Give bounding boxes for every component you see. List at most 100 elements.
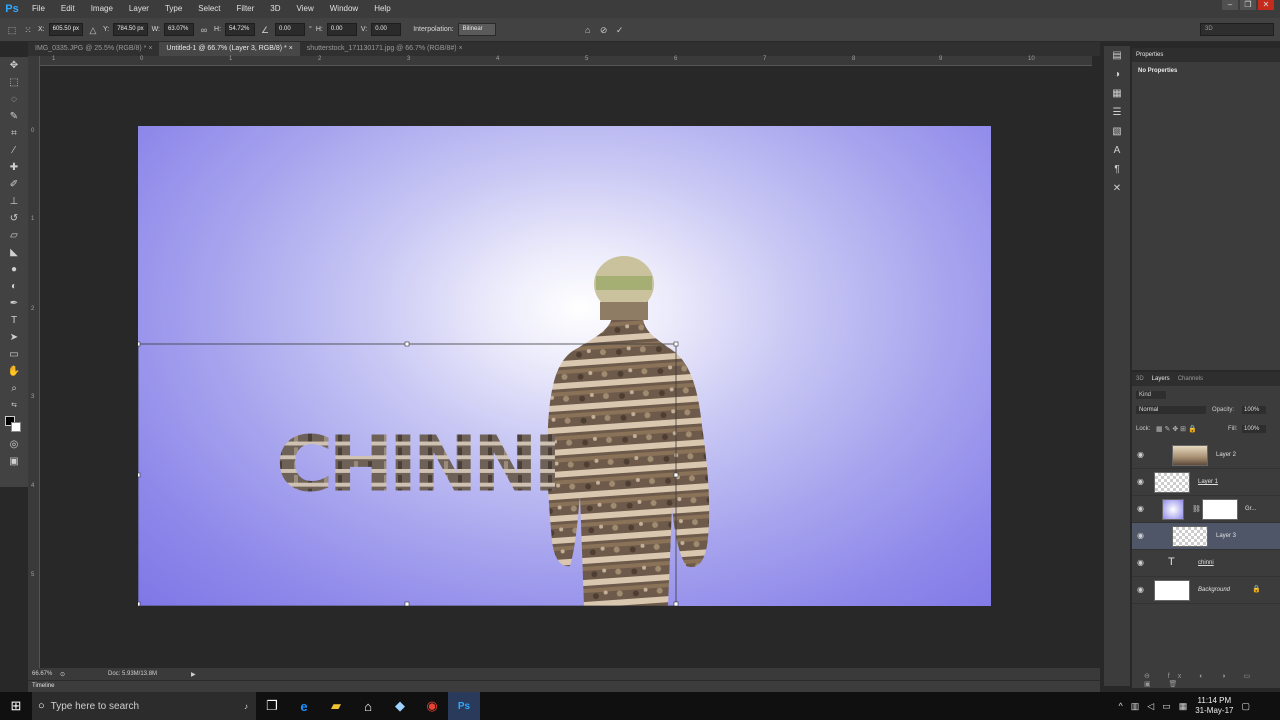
- rectangle-tool-icon[interactable]: ▭: [0, 346, 28, 363]
- vertical-ruler[interactable]: 0 1 2 3 4 5: [28, 56, 40, 668]
- path-select-tool-icon[interactable]: ➤: [0, 329, 28, 346]
- battery-icon[interactable]: ▭: [1162, 701, 1171, 712]
- timeline-panel-tab[interactable]: Timeline: [28, 680, 1100, 692]
- swatches-icon[interactable]: ▦: [1104, 84, 1130, 103]
- start-icon[interactable]: ⊞: [0, 692, 32, 720]
- interpolation-select[interactable]: Bilinear: [457, 23, 496, 36]
- transform-handle[interactable]: [138, 472, 141, 478]
- layer-row-layer3[interactable]: ◉ Layer 3: [1132, 523, 1280, 550]
- menu-filter[interactable]: Filter: [229, 0, 263, 18]
- visibility-eye-icon[interactable]: ◉: [1137, 477, 1147, 487]
- keyboard-icon[interactable]: ▦: [1179, 701, 1188, 712]
- transform-handle[interactable]: [404, 601, 410, 606]
- menu-layer[interactable]: Layer: [121, 0, 157, 18]
- opacity-field[interactable]: 100%: [1242, 406, 1266, 414]
- swap-colors-icon[interactable]: ⇆: [0, 397, 28, 414]
- menu-image[interactable]: Image: [83, 0, 121, 18]
- link-icon[interactable]: ∞: [198, 24, 210, 36]
- tab-img-0335[interactable]: IMG_0335.JPG @ 25.5% (RGB/8) * ×: [28, 42, 159, 56]
- layer-name[interactable]: Layer 3: [1216, 533, 1236, 539]
- menu-window[interactable]: Window: [322, 0, 366, 18]
- warp-icon[interactable]: ⌂: [582, 24, 594, 36]
- layer-name[interactable]: Gr...: [1245, 506, 1256, 512]
- history-icon[interactable]: ▤: [1104, 46, 1130, 65]
- commit-transform-icon[interactable]: ✓: [614, 24, 626, 36]
- lock-icons[interactable]: ▦ ✎ ✥ ⊞ 🔒: [1156, 425, 1197, 433]
- healing-tool-icon[interactable]: ✚: [0, 159, 28, 176]
- layer-row-layer1[interactable]: ◉ Layer 1: [1132, 469, 1280, 496]
- tab-properties[interactable]: Properties: [1136, 52, 1163, 58]
- menu-edit[interactable]: Edit: [53, 0, 83, 18]
- color-icon[interactable]: ◑: [1104, 65, 1130, 84]
- chevron-up-icon[interactable]: ^: [1119, 701, 1123, 711]
- w-field[interactable]: 63.07%: [164, 23, 195, 36]
- file-explorer-icon[interactable]: ▰: [320, 692, 352, 720]
- dodge-tool-icon[interactable]: ◐: [0, 278, 28, 295]
- tab-channels[interactable]: Channels: [1178, 376, 1203, 382]
- menu-select[interactable]: Select: [190, 0, 228, 18]
- layer-mask-thumbnail[interactable]: [1202, 499, 1238, 520]
- app-icon[interactable]: ◆: [384, 692, 416, 720]
- character-icon[interactable]: A: [1104, 141, 1130, 160]
- menu-type[interactable]: Type: [157, 0, 190, 18]
- tab-layers[interactable]: Layers: [1152, 376, 1170, 382]
- layer-name[interactable]: Layer 2: [1216, 452, 1236, 458]
- visibility-eye-icon[interactable]: ◉: [1137, 585, 1147, 595]
- type-tool-icon[interactable]: T: [0, 312, 28, 329]
- tab-untitled-1[interactable]: Untitled-1 @ 66.7% (Layer 3, RGB/8) * ×: [159, 42, 300, 56]
- adjustments-icon[interactable]: ☰: [1104, 103, 1130, 122]
- clock[interactable]: 11:14 PM 31-May-17: [1195, 696, 1233, 716]
- visibility-eye-icon[interactable]: ◉: [1137, 504, 1147, 514]
- horizontal-ruler[interactable]: 1 0 1 2 3 4 5 6 7 8 9 10: [40, 56, 1092, 66]
- notifications-icon[interactable]: ▢: [1241, 701, 1250, 712]
- hand-tool-icon[interactable]: ✋: [0, 363, 28, 380]
- restore-icon[interactable]: ❐: [1240, 0, 1256, 10]
- crop-tool-icon[interactable]: ⌗: [0, 125, 28, 142]
- transform-handle[interactable]: [673, 601, 679, 606]
- menu-view[interactable]: View: [289, 0, 322, 18]
- document-canvas[interactable]: CHINNI: [138, 126, 991, 606]
- lasso-tool-icon[interactable]: ◌: [0, 91, 28, 108]
- tab-close-icon[interactable]: ×: [148, 45, 152, 52]
- styles-icon[interactable]: ▧: [1104, 122, 1130, 141]
- close-icon[interactable]: ✕: [1258, 0, 1274, 10]
- network-icon[interactable]: ▥: [1131, 701, 1140, 712]
- transform-handle[interactable]: [138, 341, 141, 347]
- menu-file[interactable]: File: [24, 0, 53, 18]
- photoshop-taskbar-icon[interactable]: Ps: [448, 692, 480, 720]
- hskew-field[interactable]: 0.00: [326, 23, 357, 36]
- edge-icon[interactable]: e: [288, 692, 320, 720]
- visibility-eye-icon[interactable]: ◉: [1137, 558, 1147, 568]
- eraser-tool-icon[interactable]: ▱: [0, 227, 28, 244]
- visibility-eye-icon[interactable]: ◉: [1137, 450, 1147, 460]
- tab-3d[interactable]: 3D: [1136, 376, 1144, 382]
- angle-field[interactable]: 0.00: [275, 23, 306, 36]
- taskbar-search[interactable]: ○ Type here to search ♪: [32, 692, 256, 720]
- layer-row-layer2[interactable]: ◉ Layer 2: [1132, 442, 1280, 469]
- background-color-swatch[interactable]: [11, 422, 21, 432]
- y-field[interactable]: 784.50 px: [113, 23, 148, 36]
- tool-presets-icon[interactable]: ✕: [1104, 179, 1130, 198]
- tab-shutterstock[interactable]: shutterstock_171130171.jpg @ 66.7% (RGB/…: [300, 42, 470, 56]
- paint-bucket-tool-icon[interactable]: ◣: [0, 244, 28, 261]
- transform-handle[interactable]: [673, 341, 679, 347]
- blur-tool-icon[interactable]: ●: [0, 261, 28, 278]
- quick-select-tool-icon[interactable]: ✎: [0, 108, 28, 125]
- fill-field[interactable]: 100%: [1242, 425, 1266, 433]
- delta-icon[interactable]: △: [87, 24, 99, 36]
- vskew-field[interactable]: 0.00: [371, 23, 402, 36]
- color-swatches[interactable]: [0, 414, 28, 436]
- quick-mask-icon[interactable]: ◎: [0, 436, 28, 453]
- reference-point-icon[interactable]: ⁙: [22, 24, 34, 36]
- visibility-eye-icon[interactable]: ◉: [1137, 531, 1147, 541]
- layer-name[interactable]: Layer 1: [1198, 479, 1218, 485]
- layer-name[interactable]: chinni: [1198, 560, 1214, 566]
- blend-mode-select[interactable]: Normal: [1136, 406, 1206, 414]
- workspace-select[interactable]: 3D: [1200, 23, 1274, 36]
- status-icon[interactable]: ⊙: [60, 671, 70, 678]
- eyedropper-tool-icon[interactable]: ⁄: [0, 142, 28, 159]
- menu-3d[interactable]: 3D: [262, 0, 288, 18]
- cancel-transform-icon[interactable]: ⊘: [598, 24, 610, 36]
- layer-name[interactable]: Background: [1198, 587, 1230, 593]
- chrome-icon[interactable]: ◉: [416, 692, 448, 720]
